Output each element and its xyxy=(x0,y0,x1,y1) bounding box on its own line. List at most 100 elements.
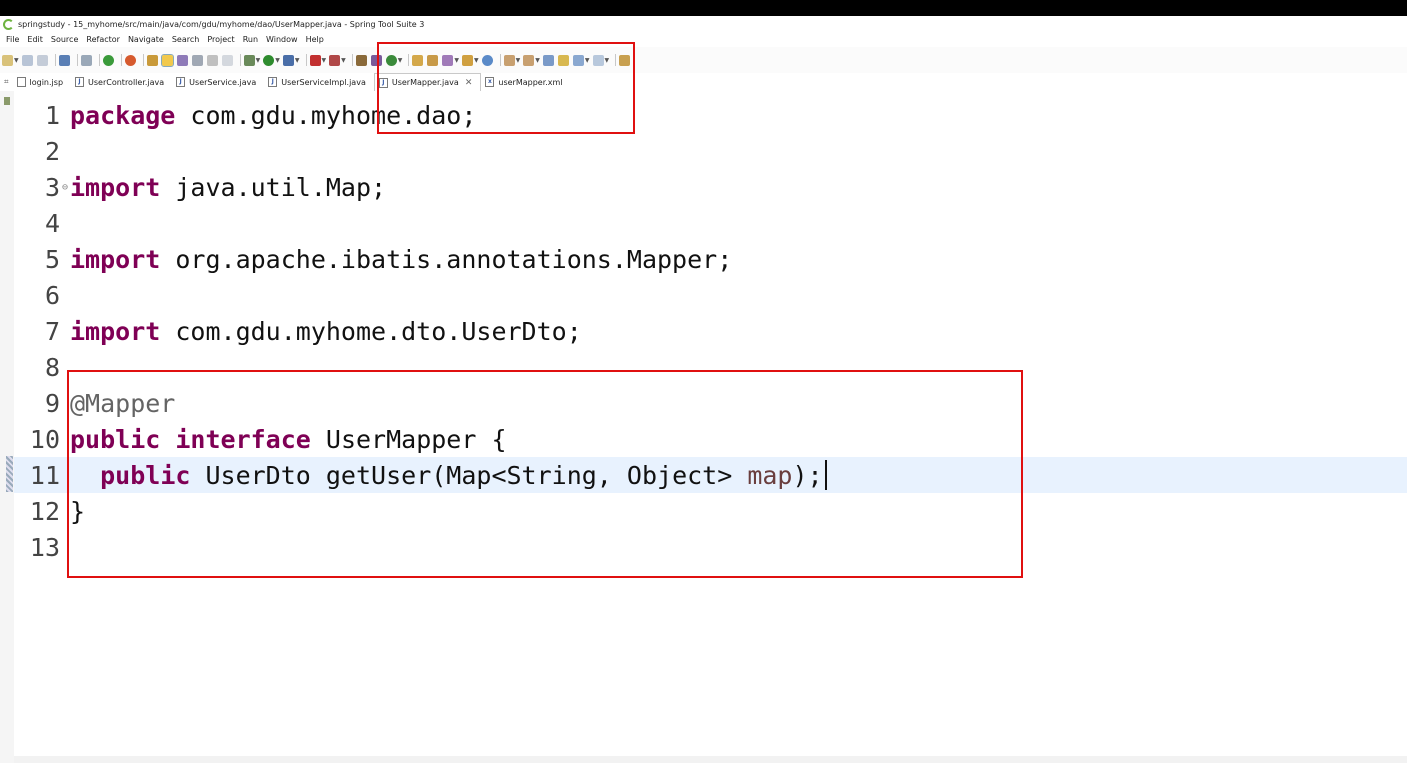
save-icon[interactable] xyxy=(21,54,33,66)
code-editor[interactable]: 1 package com.gdu.myhome.dao; 2 3 ⊖ impo… xyxy=(14,91,1407,763)
fold-toggle-icon[interactable]: ⊖ xyxy=(60,182,70,193)
new-java-project-icon[interactable] xyxy=(355,54,367,66)
xml-file-icon: x xyxy=(485,77,495,87)
java-file-icon: J xyxy=(75,77,85,87)
code-text: package com.gdu.myhome.dao; xyxy=(70,101,476,130)
code-text: import com.gdu.myhome.dto.UserDto; xyxy=(70,317,582,346)
chevron-down-icon[interactable]: ▼ xyxy=(256,57,261,64)
menu-source[interactable]: Source xyxy=(51,35,78,44)
current-code-line: 11 public UserDto getUser(Map<String, Ob… xyxy=(14,457,1407,493)
code-line: 8 xyxy=(14,349,1407,385)
tab-login-jsp[interactable]: login.jsp xyxy=(13,73,72,91)
code-text: @Mapper xyxy=(70,389,175,418)
code-parameter: map xyxy=(747,460,793,490)
code-token: java.util.Map; xyxy=(160,172,387,202)
tab-userserviceimpl-java[interactable]: J UserServiceImpl.java xyxy=(264,73,374,91)
chevron-down-icon[interactable]: ▼ xyxy=(516,57,521,64)
terminal-icon[interactable] xyxy=(58,54,70,66)
back-arrow-icon[interactable] xyxy=(557,54,569,66)
spring-boot-icon[interactable] xyxy=(102,54,114,66)
code-keyword: import xyxy=(70,172,161,202)
run-icon[interactable] xyxy=(263,54,275,66)
forward-icon[interactable] xyxy=(592,54,604,66)
new-file-icon[interactable] xyxy=(2,54,13,66)
title-bar: springstudy - 15_myhome/src/main/java/co… xyxy=(0,16,1407,32)
menu-refactor[interactable]: Refactor xyxy=(86,35,120,44)
block-selection-icon[interactable] xyxy=(176,54,188,66)
toolbar-separator xyxy=(305,54,307,66)
code-text: public interface UserMapper { xyxy=(70,425,507,454)
open-task-icon[interactable] xyxy=(427,54,439,66)
code-token: com.gdu.myhome.dao; xyxy=(175,100,477,130)
menu-window[interactable]: Window xyxy=(266,35,298,44)
toggle-mark-icon[interactable] xyxy=(146,54,158,66)
code-text: public UserDto getUser(Map<String, Objec… xyxy=(70,460,822,490)
line-number: 2 xyxy=(44,136,60,166)
chevron-down-icon[interactable]: ▼ xyxy=(295,57,300,64)
outline-marker-icon[interactable] xyxy=(4,97,10,105)
menu-navigate[interactable]: Navigate xyxy=(128,35,164,44)
relaunch-icon[interactable] xyxy=(124,54,136,66)
open-type-icon[interactable] xyxy=(412,54,424,66)
window-title: springstudy - 15_myhome/src/main/java/co… xyxy=(18,19,425,29)
code-keyword: import xyxy=(70,244,161,274)
toolbar-separator xyxy=(54,54,56,66)
show-whitespace-icon[interactable] xyxy=(191,54,203,66)
coverage-icon[interactable] xyxy=(309,54,321,66)
menu-edit[interactable]: Edit xyxy=(27,35,43,44)
code-keyword: import xyxy=(70,316,161,346)
new-package-icon[interactable] xyxy=(370,54,382,66)
globe-icon[interactable] xyxy=(481,54,493,66)
highlight-icon[interactable] xyxy=(160,53,174,67)
chevron-down-icon[interactable]: ▼ xyxy=(341,57,346,64)
debug-icon[interactable] xyxy=(243,54,255,66)
open-folder-icon[interactable] xyxy=(462,54,473,66)
menu-bar: File Edit Source Refactor Navigate Searc… xyxy=(0,32,1407,46)
word-wrap-icon[interactable] xyxy=(221,54,233,66)
ide-window: springstudy - 15_myhome/src/main/java/co… xyxy=(0,0,1407,763)
tab-label: userMapper.xml xyxy=(498,77,563,87)
tab-label: UserServiceImpl.java xyxy=(281,77,366,87)
jsp-file-icon xyxy=(16,77,26,87)
line-number: 11 xyxy=(29,460,60,490)
chevron-down-icon[interactable]: ▼ xyxy=(454,57,459,64)
spring-tool-suite-icon xyxy=(3,18,14,30)
chevron-down-icon[interactable]: ▼ xyxy=(474,57,479,64)
chevron-down-icon[interactable]: ▼ xyxy=(585,57,590,64)
code-line: 4 xyxy=(14,205,1407,241)
skip-breakpoints-icon[interactable] xyxy=(80,54,92,66)
back-icon[interactable] xyxy=(572,54,584,66)
search-icon[interactable] xyxy=(442,54,454,66)
menu-help[interactable]: Help xyxy=(306,35,324,44)
next-annotation-icon[interactable] xyxy=(503,54,515,66)
menu-run[interactable]: Run xyxy=(243,35,258,44)
chevron-down-icon[interactable]: ▼ xyxy=(322,57,327,64)
pin-editor-icon[interactable] xyxy=(619,54,631,66)
new-class-icon[interactable] xyxy=(385,54,397,66)
view-menu-icon[interactable]: ⌗ xyxy=(0,77,13,87)
chevron-down-icon[interactable]: ▼ xyxy=(398,57,403,64)
chevron-down-icon[interactable]: ▼ xyxy=(275,57,280,64)
line-number: 12 xyxy=(29,496,60,526)
tab-usermapper-xml[interactable]: x userMapper.xml xyxy=(481,73,570,91)
left-trim xyxy=(0,91,14,763)
toolbar-separator xyxy=(98,54,100,66)
chevron-down-icon[interactable]: ▼ xyxy=(14,57,19,64)
previous-annotation-icon[interactable] xyxy=(523,54,535,66)
paragraph-icon[interactable] xyxy=(206,54,218,66)
save-all-icon[interactable] xyxy=(36,54,48,66)
chevron-down-icon[interactable]: ▼ xyxy=(605,57,610,64)
code-keyword: interface xyxy=(175,424,311,454)
menu-file[interactable]: File xyxy=(6,35,19,44)
tab-usermapper-java[interactable]: J UserMapper.java ✕ xyxy=(373,73,482,91)
stop-icon[interactable] xyxy=(329,54,341,66)
toolbar-separator xyxy=(351,54,353,66)
tab-userservice-java[interactable]: J UserService.java xyxy=(172,73,264,91)
menu-project[interactable]: Project xyxy=(207,35,234,44)
external-tools-icon[interactable] xyxy=(282,54,294,66)
chevron-down-icon[interactable]: ▼ xyxy=(535,57,540,64)
last-edit-location-icon[interactable] xyxy=(542,54,554,66)
tab-usercontroller-java[interactable]: J UserController.java xyxy=(71,73,172,91)
menu-search[interactable]: Search xyxy=(172,35,199,44)
close-icon[interactable]: ✕ xyxy=(465,78,473,88)
